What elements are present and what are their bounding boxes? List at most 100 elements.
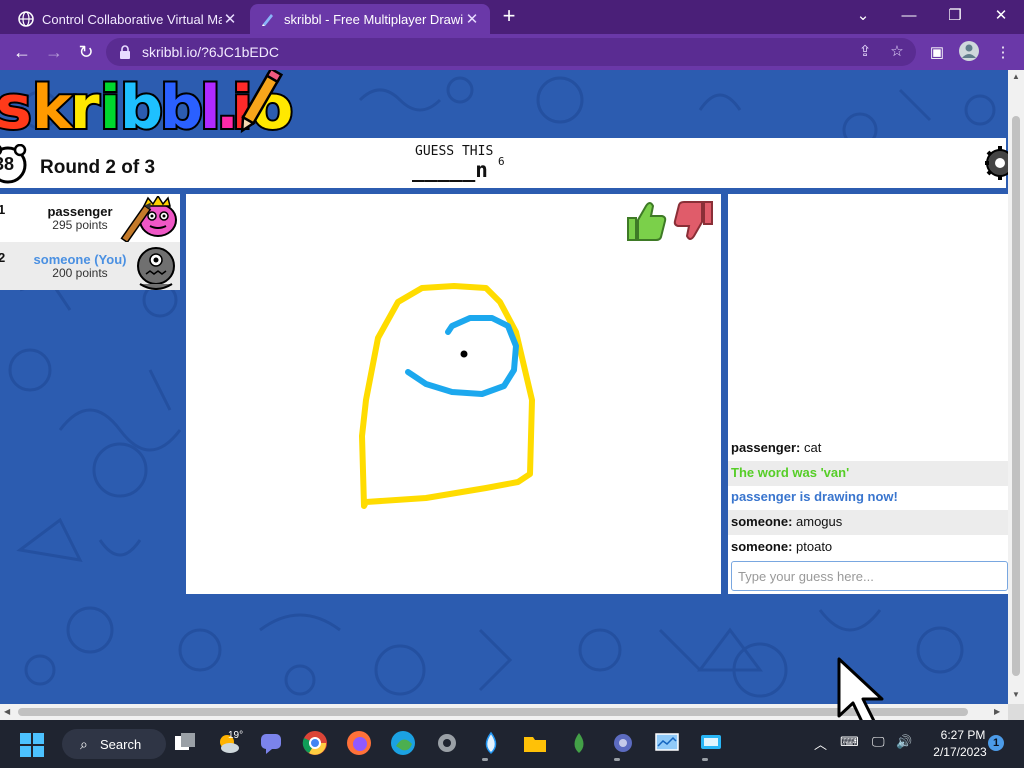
- menu-kebab-icon[interactable]: ⋮: [992, 42, 1014, 64]
- svg-text:b: b: [160, 73, 203, 138]
- bookmark-star-icon[interactable]: ☆: [888, 43, 906, 61]
- scrollbar-corner: [1008, 704, 1024, 720]
- svg-text:s: s: [0, 73, 32, 138]
- settings-app-icon[interactable]: [434, 730, 460, 756]
- chat-text: passenger is drawing now!: [731, 489, 898, 504]
- search-label: Search: [100, 737, 142, 752]
- green-drop-app-icon[interactable]: [566, 730, 592, 756]
- chat-message: passenger: cat: [728, 436, 1008, 461]
- volume-icon[interactable]: 🔊: [896, 734, 912, 750]
- close-window-icon[interactable]: ✕: [978, 0, 1024, 34]
- player-row[interactable]: 1 passenger 295 points: [0, 194, 180, 242]
- chrome-icon[interactable]: [302, 730, 328, 756]
- round-timer: 38: [0, 154, 15, 174]
- svg-text:i: i: [100, 73, 121, 138]
- profile-avatar-icon[interactable]: [958, 40, 980, 62]
- scroll-down-arrow-icon[interactable]: ▼: [1011, 690, 1021, 699]
- taskbar-search-button[interactable]: ⌕ Search: [62, 729, 166, 759]
- browser-tab-strip: Control Collaborative Virtual Mac ✕ skri…: [0, 0, 1024, 34]
- file-explorer-icon[interactable]: [522, 730, 548, 756]
- system-date[interactable]: 2/17/2023: [928, 745, 992, 759]
- scroll-up-arrow-icon[interactable]: ▲: [1011, 72, 1021, 81]
- tab-title: Control Collaborative Virtual Mac: [42, 11, 222, 27]
- svg-text:r: r: [70, 73, 100, 138]
- chat-message-system: passenger is drawing now!: [728, 485, 1008, 510]
- chat-message: someone: amogus: [728, 510, 1008, 535]
- chat-text: amogus: [792, 514, 843, 529]
- system-time[interactable]: 6:27 PM: [938, 728, 988, 742]
- close-tab-icon[interactable]: ✕: [222, 10, 238, 28]
- search-icon: ⌕: [80, 736, 88, 752]
- forward-arrow-icon[interactable]: →: [42, 40, 66, 64]
- share-icon[interactable]: ⇪: [856, 43, 874, 61]
- chat-author: someone:: [731, 514, 793, 529]
- restore-icon[interactable]: ❐: [932, 0, 978, 34]
- chat-text: ptoato: [792, 539, 833, 554]
- url-text: skribbl.io/?6JC1bEDC: [142, 44, 279, 60]
- close-tab-icon[interactable]: ✕: [464, 10, 480, 28]
- keyboard-icon[interactable]: ⌨: [840, 734, 859, 750]
- settings-gear-icon[interactable]: [982, 144, 1008, 182]
- monitor-app-icon[interactable]: [654, 730, 680, 756]
- game-top-bar: 38 Round 2 of 3 GUESS THIS _____n 6: [0, 138, 1008, 188]
- tab-search-chevron-icon[interactable]: ⌄: [840, 0, 886, 34]
- weather-temperature: 19°: [228, 730, 244, 741]
- spiky-app-icon[interactable]: [610, 730, 636, 756]
- round-indicator: Round 2 of 3: [40, 157, 156, 178]
- running-indicator: [702, 758, 708, 761]
- running-indicator: [614, 758, 620, 761]
- player-avatar-drawing: [120, 196, 177, 242]
- side-panel-icon[interactable]: ▣: [926, 42, 948, 64]
- reload-icon[interactable]: ↻: [74, 40, 98, 64]
- lock-icon: [120, 45, 130, 59]
- word-hint: _____n: [412, 158, 488, 182]
- svg-text:b: b: [120, 73, 163, 138]
- remote-desktop-icon[interactable]: [698, 730, 724, 756]
- tab-skribbl[interactable]: skribbl - Free Multiplayer Drawing ✕: [250, 4, 490, 34]
- address-bar[interactable]: skribbl.io/?6JC1bEDC ⇪ ☆: [106, 38, 916, 66]
- globe-icon: [18, 11, 34, 27]
- chat-text: cat: [800, 440, 822, 455]
- chat-app-icon[interactable]: [258, 730, 284, 756]
- edge-icon[interactable]: [390, 730, 416, 756]
- chat-panel: passenger: cat The word was 'van' passen…: [728, 194, 1008, 594]
- network-icon[interactable]: 🖵: [872, 734, 885, 750]
- mouse-cursor-icon: [837, 657, 884, 728]
- drawing-canvas[interactable]: [186, 194, 721, 594]
- guess-this-label: GUESS THIS: [415, 144, 494, 159]
- canvas-drawing: [359, 283, 535, 509]
- windows-start-icon[interactable]: [20, 733, 44, 757]
- back-arrow-icon[interactable]: ←: [10, 40, 34, 64]
- pencil-icon: [262, 14, 273, 26]
- vertical-scroll-thumb[interactable]: [1012, 116, 1020, 676]
- new-tab-button[interactable]: +: [498, 5, 520, 29]
- thumbs-down-icon[interactable]: [672, 198, 716, 244]
- firefox-icon[interactable]: [346, 730, 372, 756]
- chat-message-word-reveal: The word was 'van': [728, 461, 1008, 486]
- task-view-icon[interactable]: [172, 730, 198, 756]
- chat-message: someone: ptoato: [728, 535, 1008, 560]
- tab-title: skribbl - Free Multiplayer Drawing: [284, 11, 464, 27]
- player-row[interactable]: 2 someone (You) 200 points: [0, 242, 180, 290]
- scroll-right-arrow-icon[interactable]: ▶: [994, 707, 1000, 716]
- droplet-app-icon[interactable]: [478, 730, 504, 756]
- svg-text:k: k: [32, 73, 74, 138]
- vertical-scrollbar[interactable]: ▲ ▼: [1008, 70, 1024, 704]
- scroll-left-arrow-icon[interactable]: ◀: [4, 707, 10, 716]
- minimize-icon[interactable]: —: [886, 0, 932, 34]
- player-list: 1 passenger 295 points 2 someone (You) 2…: [0, 194, 180, 290]
- tab-control-collaborative[interactable]: Control Collaborative Virtual Mac ✕: [8, 4, 248, 34]
- thumbs-up-icon[interactable]: [624, 198, 668, 244]
- chat-author: passenger:: [731, 440, 801, 455]
- browser-toolbar: ← → ↻ skribbl.io/?6JC1bEDC ⇪ ☆ ▣ ⋮: [0, 34, 1024, 70]
- skribbl-logo[interactable]: s k r i b b l . i o: [0, 70, 306, 138]
- guess-input[interactable]: [731, 561, 1008, 591]
- chat-text: The word was 'van': [731, 465, 850, 480]
- horizontal-scroll-thumb[interactable]: [18, 708, 968, 716]
- windows-taskbar: ⌕ Search ︿ ⌨ 🖵 🔊: [0, 720, 1024, 768]
- word-length: 6: [498, 155, 505, 168]
- notification-badge[interactable]: 1: [988, 735, 1004, 751]
- show-hidden-icons-chevron-icon[interactable]: ︿: [814, 734, 827, 753]
- running-indicator: [482, 758, 488, 761]
- skribbl-page: s k r i b b l . i o 38 Round 2 of 3 GUES…: [0, 70, 1008, 704]
